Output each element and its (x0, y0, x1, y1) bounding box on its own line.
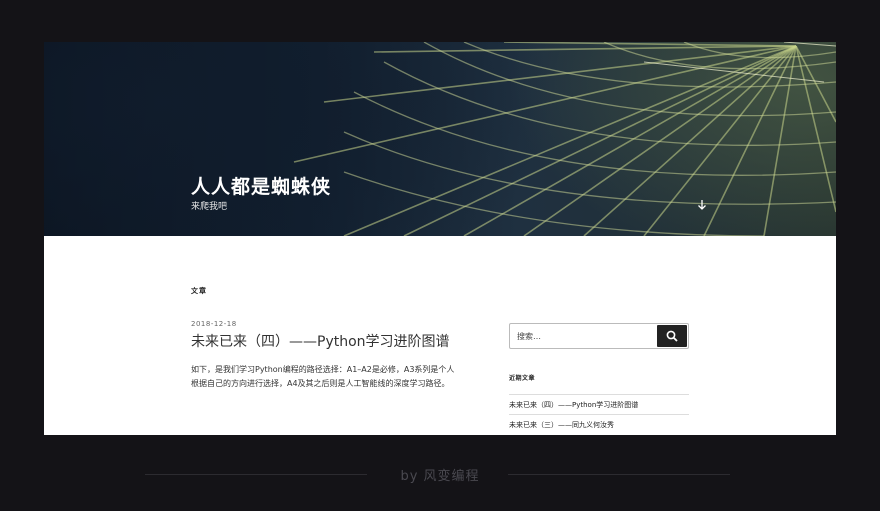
post-excerpt-line: 如下，是我们学习Python编程的路径选择：A1–A2是必修，A3系列是个人 (191, 365, 455, 374)
recent-post-link[interactable]: 未来已来（三）——同九义何汝秀 (509, 414, 689, 434)
site-title[interactable]: 人人都是蜘蛛侠 (191, 172, 331, 199)
post-title-link[interactable]: 未来已来（四）——Python学习进阶图谱 (191, 331, 450, 351)
recent-posts-heading: 近期文章 (509, 375, 536, 382)
recent-post-link[interactable]: 未来已来（四）——Python学习进阶图谱 (509, 394, 689, 414)
credit-text: by 风变编程 (400, 469, 480, 484)
post-date[interactable]: 2018-12-18 (191, 320, 237, 328)
search-form (509, 323, 689, 349)
search-input[interactable] (510, 324, 656, 348)
post-excerpt-line: 根据自己的方向进行选择，A4及其之后则是人工智能线的深度学习路径。 (191, 379, 450, 388)
credit-footer: by 风变编程 (0, 463, 880, 485)
site-description: 来爬我吧 (191, 202, 228, 212)
header-banner: 人人都是蜘蛛侠 来爬我吧 (44, 42, 836, 236)
browser-page: 人人都是蜘蛛侠 来爬我吧 文章 2018-12-18 未来已来（四）——Pyth… (44, 42, 836, 435)
recent-posts-list: 未来已来（四）——Python学习进阶图谱 未来已来（三）——同九义何汝秀 (509, 394, 689, 434)
post-excerpt: 如下，是我们学习Python编程的路径选择：A1–A2是必修，A3系列是个人 根… (191, 363, 491, 391)
spider-web-image (293, 42, 836, 236)
search-icon (666, 330, 678, 342)
search-button[interactable] (657, 325, 687, 347)
arrow-down-icon[interactable] (695, 198, 709, 212)
section-label: 文章 (191, 287, 207, 295)
divider-line (508, 474, 730, 475)
